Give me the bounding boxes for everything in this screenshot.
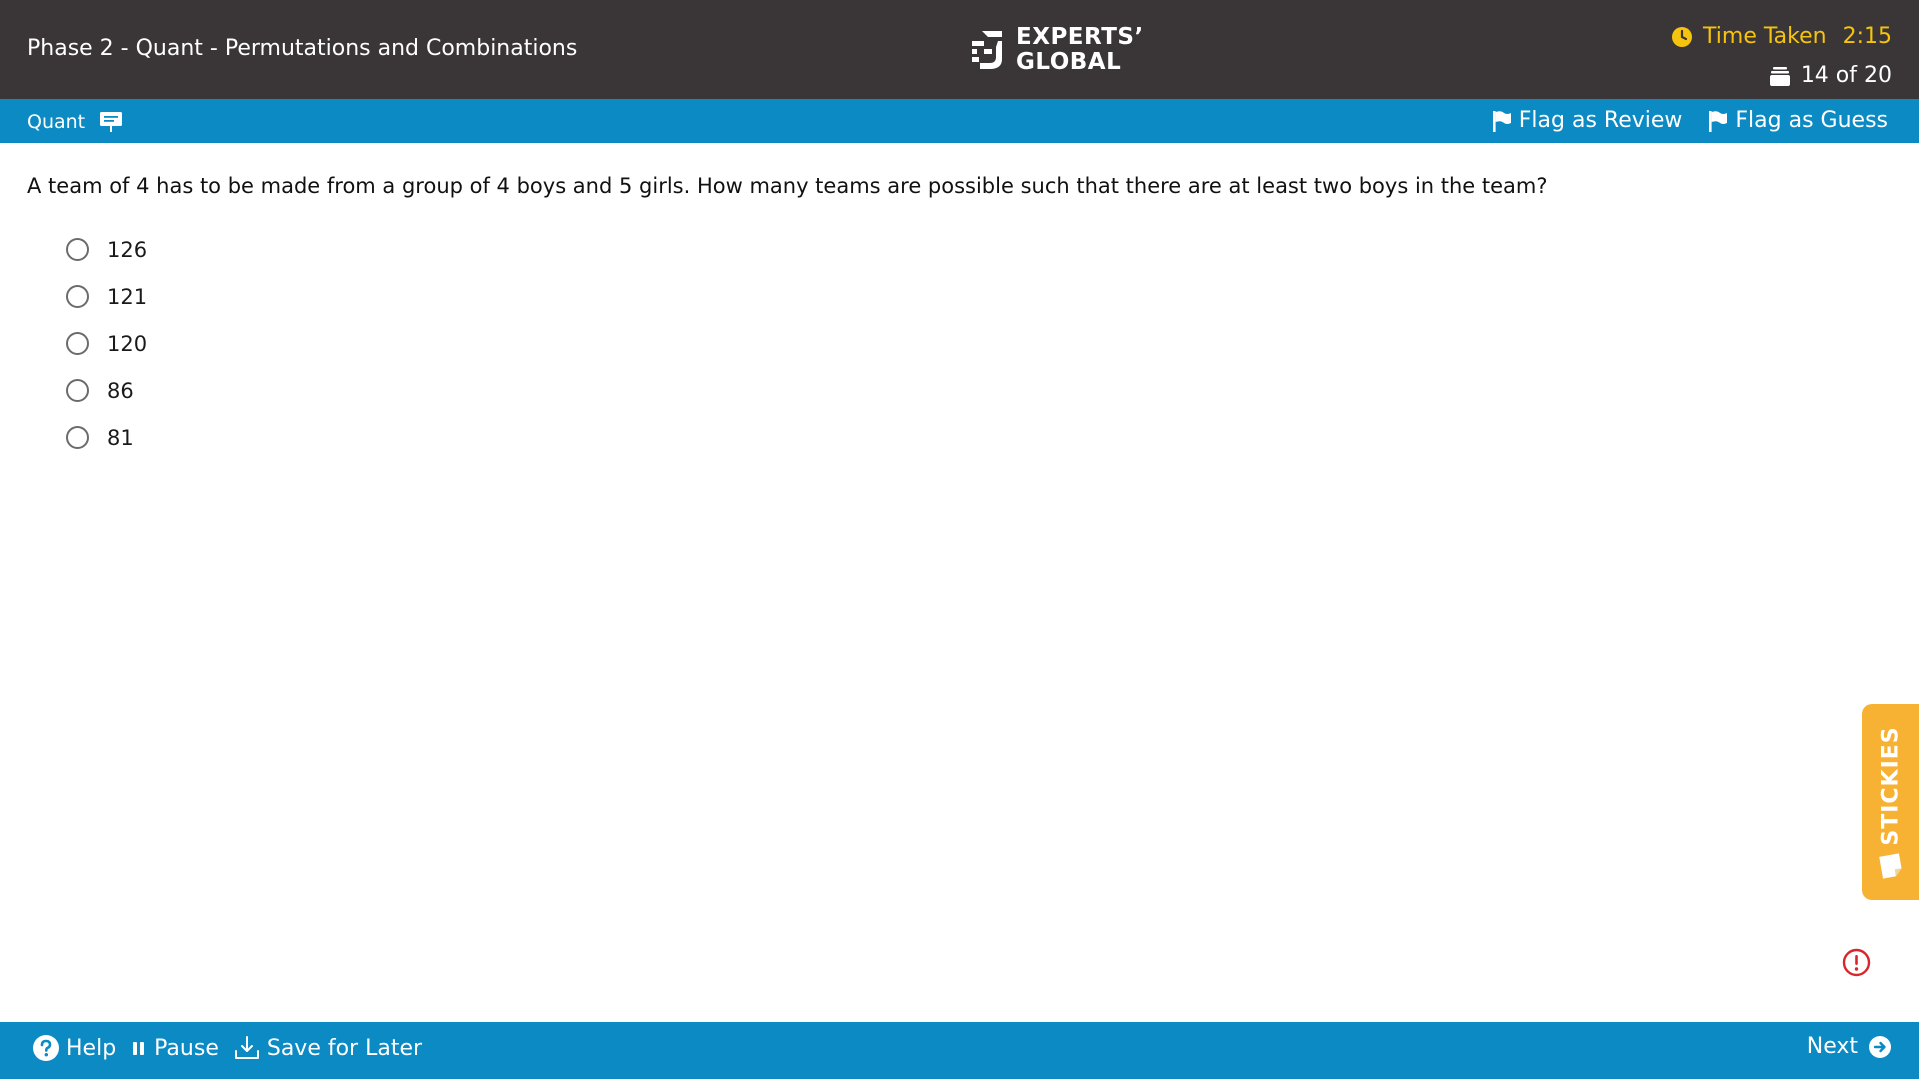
progress-text: 14 of 20: [1800, 63, 1892, 88]
section-bar: Quant Flag as Review Flag as Guess: [0, 99, 1919, 143]
section-name: Quant: [27, 111, 86, 133]
answer-option[interactable]: 126: [66, 226, 147, 273]
logo-mark-icon: [972, 31, 1002, 69]
save-for-later-button[interactable]: Save for Later: [233, 1035, 422, 1061]
radio-button[interactable]: [66, 426, 89, 449]
radio-button[interactable]: [66, 332, 89, 355]
radio-button[interactable]: [66, 238, 89, 261]
bottom-bar: Help Pause Save for Later Next: [0, 1022, 1919, 1079]
report-issue-button[interactable]: [1842, 948, 1871, 981]
timer: Time Taken 2:15: [1671, 24, 1892, 49]
flag-controls: Flag as Review Flag as Guess: [1492, 108, 1888, 133]
pause-icon: [133, 1042, 145, 1055]
pause-label: Pause: [154, 1035, 219, 1061]
presentation-board-icon: [100, 112, 123, 132]
answer-option[interactable]: 120: [66, 320, 147, 367]
next-label: Next: [1806, 1034, 1858, 1059]
answer-option[interactable]: 86: [66, 367, 147, 414]
flag-icon: [1492, 110, 1511, 132]
question-circle-icon: [33, 1035, 59, 1061]
timer-label: Time Taken: [1703, 24, 1827, 49]
exclamation-circle-icon: [1842, 948, 1871, 977]
stickies-tab[interactable]: STICKIES: [1862, 704, 1919, 900]
save-for-later-label: Save for Later: [266, 1035, 423, 1061]
experts-global-logo: EXPERTS’ GLOBAL: [968, 25, 1144, 75]
pause-button[interactable]: Pause: [130, 1036, 219, 1061]
section-indicator: Quant: [27, 110, 123, 134]
stickies-label: STICKIES: [1878, 726, 1903, 846]
logo-text: EXPERTS’ GLOBAL: [1016, 25, 1144, 75]
radio-button[interactable]: [66, 285, 89, 308]
answer-option[interactable]: 121: [66, 273, 147, 320]
stack-icon: [1769, 66, 1790, 86]
top-header: Phase 2 - Quant - Permutations and Combi…: [0, 0, 1919, 99]
bottom-controls: Help Pause Save for Later: [32, 1034, 422, 1062]
test-app: Phase 2 - Quant - Permutations and Combi…: [0, 0, 1919, 1079]
option-label: 81: [107, 425, 134, 450]
help-button[interactable]: Help: [32, 1034, 116, 1062]
timer-value: 2:15: [1842, 24, 1892, 49]
question-text: A team of 4 has to be made from a group …: [27, 174, 1548, 198]
radio-button[interactable]: [66, 379, 89, 402]
logo-line-2: GLOBAL: [1016, 49, 1122, 75]
download-icon: [234, 1036, 259, 1059]
answer-option[interactable]: 81: [66, 414, 147, 461]
flag-as-guess-label: Flag as Guess: [1735, 108, 1888, 133]
test-title: Phase 2 - Quant - Permutations and Combi…: [27, 36, 578, 61]
logo-line-1: EXPERTS’: [1016, 24, 1144, 50]
help-label: Help: [66, 1035, 117, 1061]
sticky-note-icon: [1879, 853, 1902, 879]
flag-icon: [1709, 110, 1728, 132]
option-label: 121: [107, 284, 148, 309]
flag-as-review-button[interactable]: Flag as Review: [1492, 108, 1683, 133]
option-label: 86: [107, 378, 134, 403]
flag-as-review-label: Flag as Review: [1518, 108, 1683, 133]
question-progress: 14 of 20: [1769, 63, 1892, 88]
answer-options: 126 121 120 86 81: [66, 226, 147, 461]
option-label: 126: [107, 237, 148, 262]
arrow-right-circle-icon: [1869, 1035, 1891, 1058]
clock-icon: [1672, 26, 1693, 47]
option-label: 120: [107, 331, 148, 356]
next-button[interactable]: Next: [1807, 1034, 1892, 1059]
flag-as-guess-button[interactable]: Flag as Guess: [1708, 108, 1888, 133]
